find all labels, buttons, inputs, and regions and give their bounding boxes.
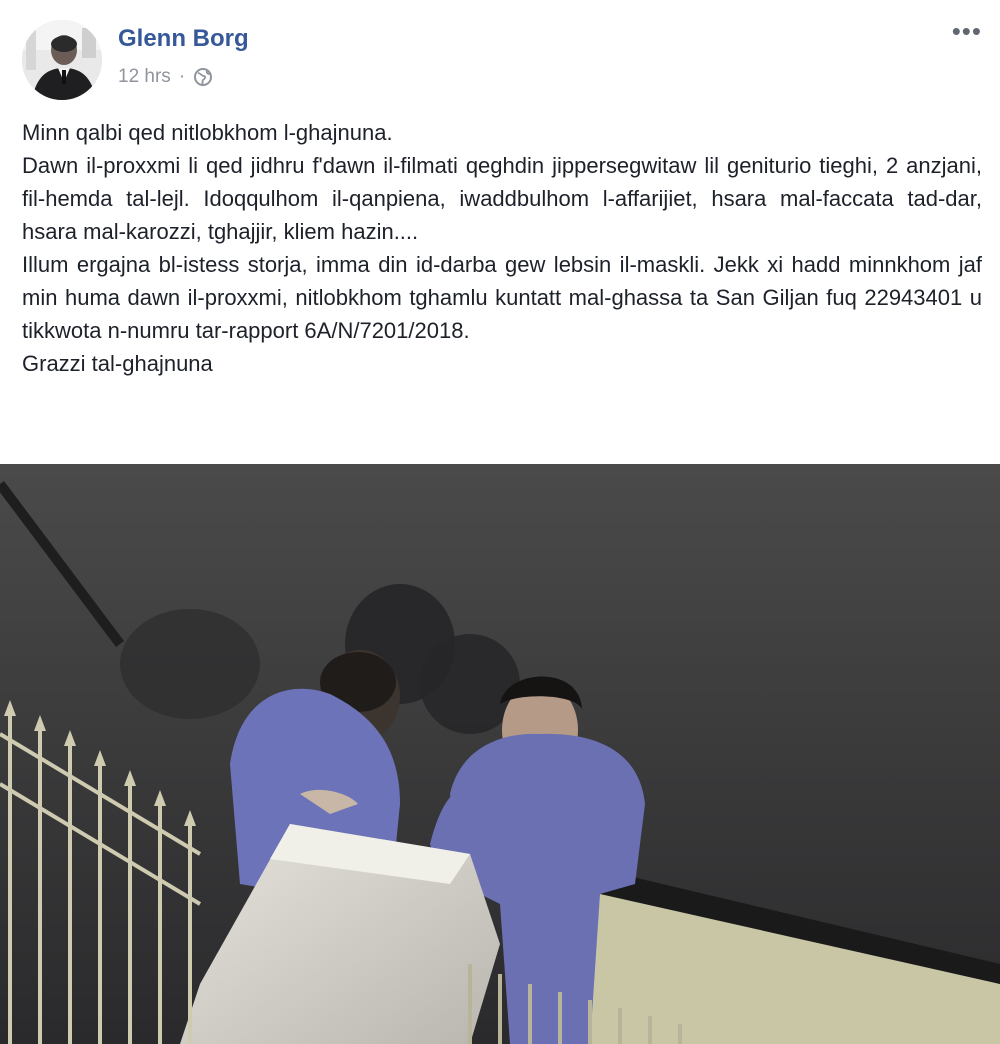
cctv-image (0, 464, 1000, 1044)
meta-separator: · (178, 66, 186, 87)
avatar[interactable] (22, 20, 102, 100)
post-header: Glenn Borg 12 hrs · ••• (0, 0, 1000, 110)
post-photo[interactable] (0, 464, 1000, 1044)
post-text-line: Minn qalbi qed nitlobkhom l-ghajnuna. (22, 120, 393, 145)
post-text: Minn qalbi qed nitlobkhom l-ghajnuna. Da… (22, 116, 982, 380)
globe-icon[interactable] (193, 67, 213, 87)
post-text-line: Grazzi tal-ghajnuna (22, 351, 213, 376)
more-options-icon[interactable]: ••• (952, 18, 982, 44)
post-text-line: Illum ergajna bl-istess storja, imma din… (22, 252, 982, 343)
facebook-post: Glenn Borg 12 hrs · ••• Minn qalbi qed n… (0, 0, 1000, 1044)
post-text-line: Dawn il-proxxmi li qed jidhru f'dawn il-… (22, 153, 982, 244)
timestamp[interactable]: 12 hrs (118, 66, 171, 88)
author-name[interactable]: Glenn Borg (118, 25, 249, 53)
post-meta: 12 hrs · (118, 66, 213, 88)
avatar-image (22, 20, 102, 100)
